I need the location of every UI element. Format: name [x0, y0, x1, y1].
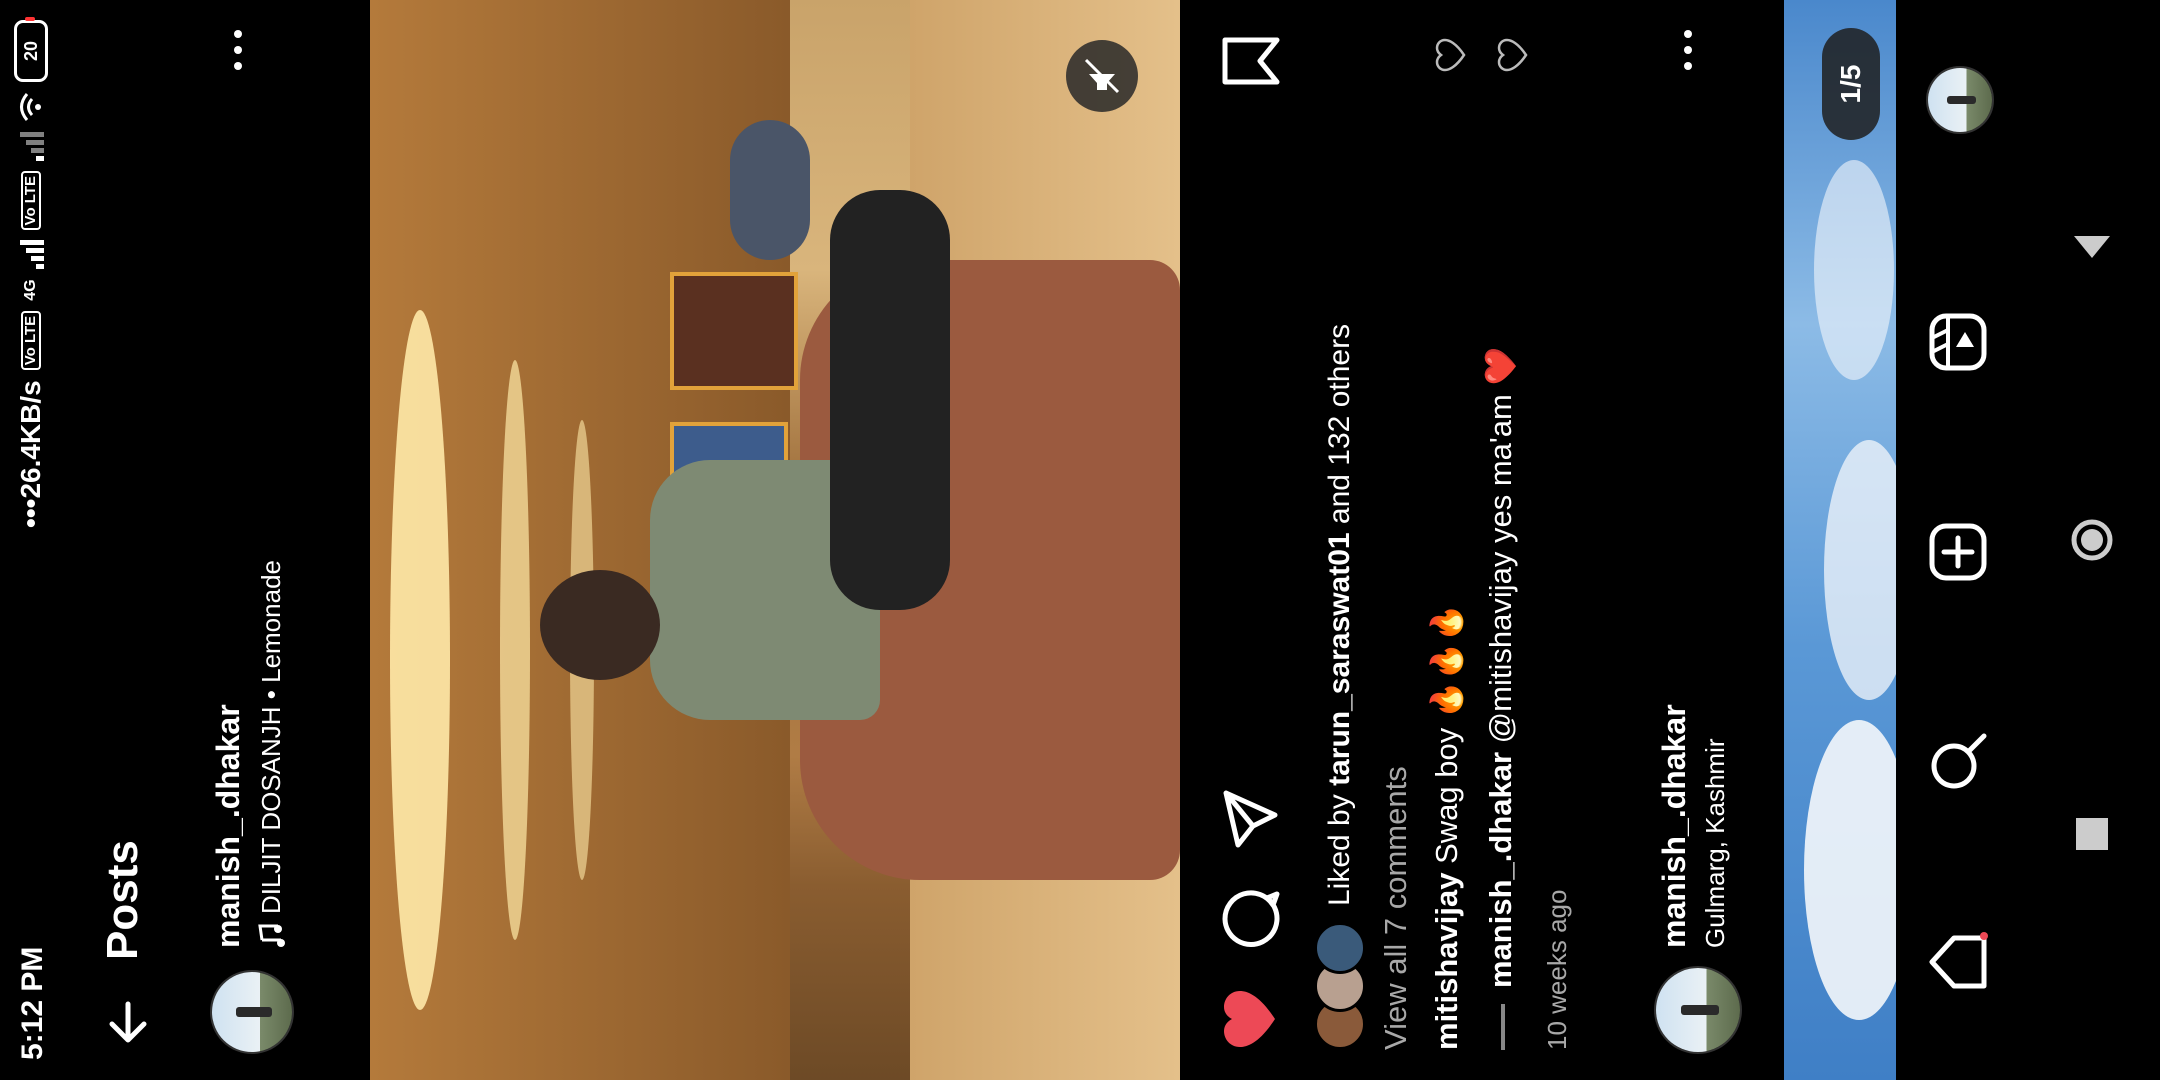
avatar[interactable]: [1654, 966, 1742, 1054]
network-speed: •••26.4KB/s: [15, 380, 46, 528]
post-image[interactable]: [370, 0, 1180, 1080]
post-header: manish_.dhakar DILJIT DOSANJH • Lemonade: [180, 0, 330, 1080]
create-post-icon[interactable]: [1926, 520, 1990, 584]
status-bar: 5:12 PM •••26.4KB/s Vo LTE 4G Vo LTE 20: [0, 0, 70, 1080]
mute-button[interactable]: [1066, 40, 1138, 112]
more-options-icon[interactable]: [234, 30, 246, 70]
network-type: 4G: [22, 279, 39, 301]
speaker-off-icon: [1084, 58, 1120, 94]
more-options-icon[interactable]: [1684, 30, 1696, 70]
wifi-icon: [20, 93, 41, 121]
post-location[interactable]: Gulmarg, Kashmir: [1700, 739, 1731, 949]
system-nav: [2026, 0, 2160, 1080]
liked-by-text: Liked by tarun_saraswat01 and 132 others: [1323, 323, 1356, 906]
battery-icon: 20: [14, 20, 48, 82]
signal-icon: [18, 240, 44, 270]
post-username[interactable]: manish_.dhakar: [210, 704, 247, 948]
comment-text: Swag boy 🔥🔥🔥: [1429, 603, 1464, 864]
view-all-comments[interactable]: View all 7 comments: [1378, 766, 1414, 1050]
post-username[interactable]: manish_.dhakar: [1656, 704, 1693, 948]
bottom-nav: [1896, 0, 2026, 1080]
carousel-counter: 1/5: [1822, 28, 1880, 140]
back-button-icon[interactable]: [2066, 220, 2118, 272]
top-bar: Posts: [70, 0, 180, 1080]
post-actions: [1180, 0, 1310, 1080]
search-icon[interactable]: [1926, 730, 1990, 794]
volte-badge-2: Vo LTE: [21, 171, 41, 231]
next-post-image[interactable]: [1784, 0, 1896, 1080]
home-button-icon[interactable]: [2066, 514, 2118, 566]
comment-author[interactable]: manish_.dhakar: [1483, 752, 1518, 988]
page-title: Posts: [98, 840, 147, 960]
signal-icon-2: [18, 132, 44, 161]
status-icons: •••26.4KB/s Vo LTE 4G Vo LTE 20: [14, 20, 48, 528]
likes-summary[interactable]: Liked by tarun_saraswat01 and 132 others: [1310, 324, 1370, 1050]
comment-2: manish_.dhakar @mitishavijay yes ma'am ❤…: [1482, 347, 1519, 1050]
bookmark-icon[interactable]: [1220, 30, 1282, 92]
music-note-icon: [257, 924, 285, 947]
home-icon[interactable]: [1926, 930, 1990, 994]
avatar[interactable]: [210, 970, 294, 1054]
comment-icon[interactable]: [1220, 888, 1282, 950]
arrow-left-icon[interactable]: [100, 994, 156, 1050]
like-comment-icon[interactable]: [1434, 38, 1468, 72]
app-screen: 5:12 PM •••26.4KB/s Vo LTE 4G Vo LTE 20 …: [0, 0, 2160, 1080]
volte-badge-1: Vo LTE: [21, 310, 41, 371]
audio-text: DILJIT DOSANJH • Lemonade: [256, 560, 286, 914]
comment-1: mitishavijay Swag boy 🔥🔥🔥: [1428, 603, 1465, 1050]
liker-avatars: [1314, 922, 1366, 1050]
profile-avatar[interactable]: [1926, 66, 1994, 134]
reels-icon[interactable]: [1926, 310, 1990, 374]
status-time: 5:12 PM: [16, 946, 49, 1060]
comment-author[interactable]: mitishavijay: [1429, 873, 1464, 1050]
post-time: 10 weeks ago: [1542, 889, 1572, 1050]
heart-icon[interactable]: [1220, 988, 1282, 1050]
like-comment-icon[interactable]: [1496, 38, 1530, 72]
recents-icon[interactable]: [2066, 808, 2118, 860]
next-post-header: manish_.dhakar Gulmarg, Kashmir: [1620, 0, 1780, 1080]
audio-label[interactable]: DILJIT DOSANJH • Lemonade: [256, 560, 287, 948]
comment-text: @mitishavijay yes ma'am ❤️: [1483, 346, 1518, 744]
share-icon[interactable]: [1220, 788, 1282, 850]
